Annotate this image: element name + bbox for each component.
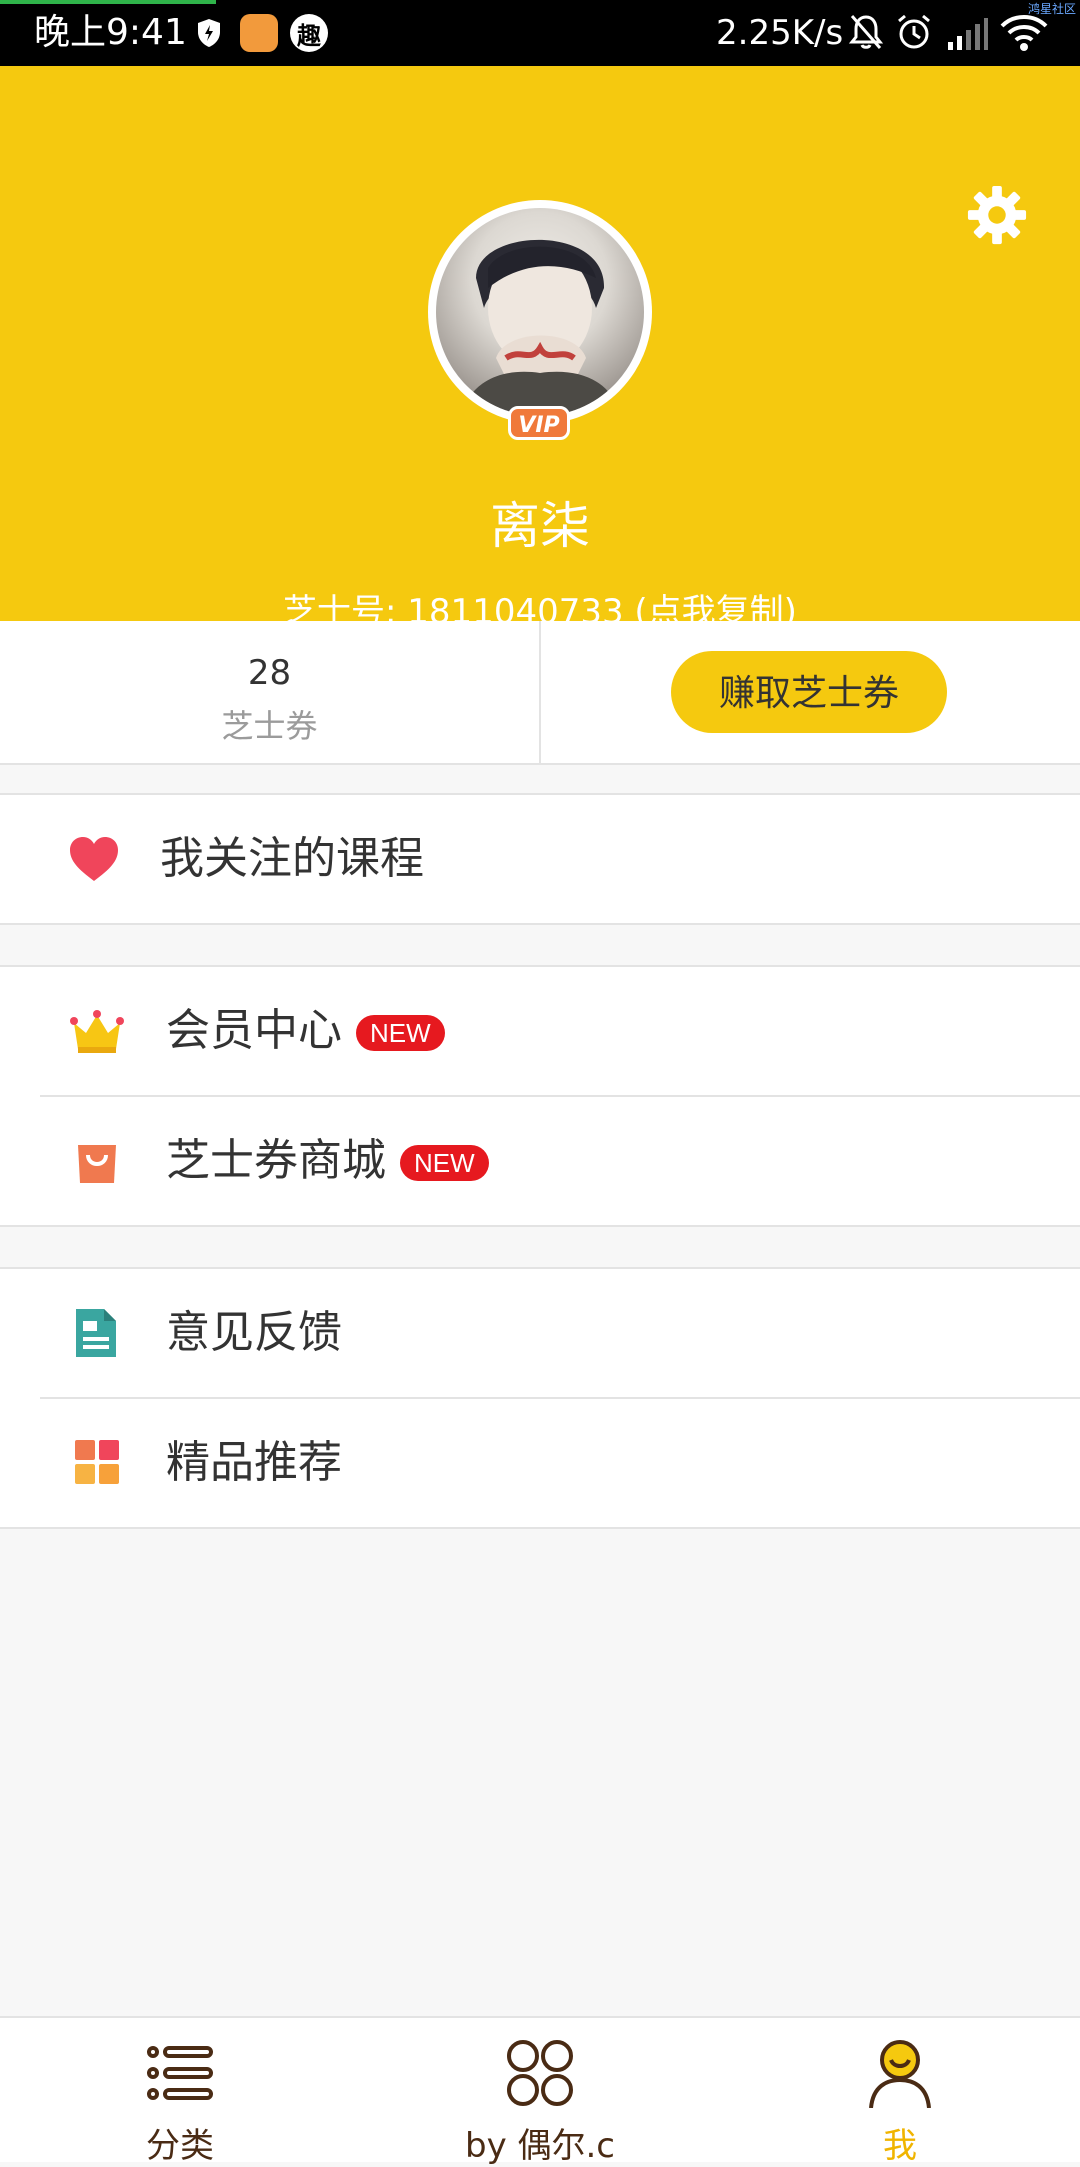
menu-group-more: 意见反馈 精品推荐 [0, 1267, 1080, 1529]
menu-label-text: 会员中心 [166, 1005, 342, 1056]
menu-label: 芝士券商城 NEW [166, 1135, 489, 1187]
shopping-bag-icon [78, 1145, 116, 1183]
heart-icon [70, 837, 118, 881]
menu-item-recommend[interactable]: 精品推荐 [40, 1397, 1080, 1527]
status-time: 晚上9:41 [34, 12, 187, 53]
menu-label: 意见反馈 [166, 1307, 342, 1358]
status-bar: 晚上9:41 趣 2.25K/s 鸿星社区 [0, 0, 1080, 66]
wifi-icon [1000, 15, 1048, 51]
bell-off-icon [848, 15, 884, 49]
username: 离柒 [490, 497, 590, 555]
crown-icon [70, 1010, 124, 1053]
stats-divider [539, 621, 541, 763]
nav-tab-home[interactable]: by 偶尔.c [360, 2018, 720, 2166]
page-load-progress [0, 0, 216, 4]
menu-item-coupon-mall[interactable]: 芝士券商城 NEW [40, 1095, 1080, 1225]
coupon-stats: 28 芝士券 赚取芝士券 [0, 621, 1080, 765]
signal-icon [948, 18, 988, 50]
menu-label-text: 芝士券商城 [166, 1135, 386, 1186]
user-icon [869, 2040, 931, 2108]
vip-badge: VIP [508, 406, 570, 440]
app-icon [240, 14, 278, 52]
menu-item-feedback[interactable]: 意见反馈 [0, 1269, 1080, 1397]
settings-gear-icon[interactable] [966, 184, 1028, 246]
new-badge: NEW [356, 1015, 445, 1051]
nav-tab-me[interactable]: 我 [720, 2018, 1080, 2166]
profile-header: VIP 离柒 芝士号: 1811040733 (点我复制) [0, 66, 1080, 632]
menu-group-follow: 我关注的课程 [0, 793, 1080, 925]
menu-label: 会员中心 NEW [166, 1005, 445, 1057]
earn-coupon-button[interactable]: 赚取芝士券 [671, 651, 947, 733]
document-icon [76, 1309, 116, 1357]
nav-tab-category[interactable]: 分类 [0, 2018, 360, 2166]
avatar[interactable] [428, 200, 652, 424]
network-speed: 2.25K/s [716, 13, 844, 53]
list-icon [147, 2046, 213, 2100]
menu-label: 精品推荐 [166, 1437, 342, 1488]
grid-icon [75, 1440, 119, 1484]
corner-watermark: 鸿星社区 [1027, 2, 1076, 16]
menu-label: 我关注的课程 [160, 833, 424, 884]
menu-group-member: 会员中心 NEW 芝士券商城 NEW [0, 965, 1080, 1227]
coupon-count: 28 [247, 653, 292, 693]
alarm-icon [898, 14, 930, 49]
bottom-nav: 分类 by 偶尔.c 我 [0, 2016, 1080, 2166]
qu-app-icon: 趣 [290, 14, 328, 52]
menu-item-followed-courses[interactable]: 我关注的课程 [0, 795, 1080, 923]
four-circles-icon [507, 2040, 573, 2106]
coupon-label: 芝士券 [221, 707, 318, 745]
avatar-image [436, 208, 644, 416]
new-badge: NEW [400, 1145, 489, 1181]
menu-item-member-center[interactable]: 会员中心 NEW [0, 967, 1080, 1095]
shield-icon [190, 14, 228, 52]
